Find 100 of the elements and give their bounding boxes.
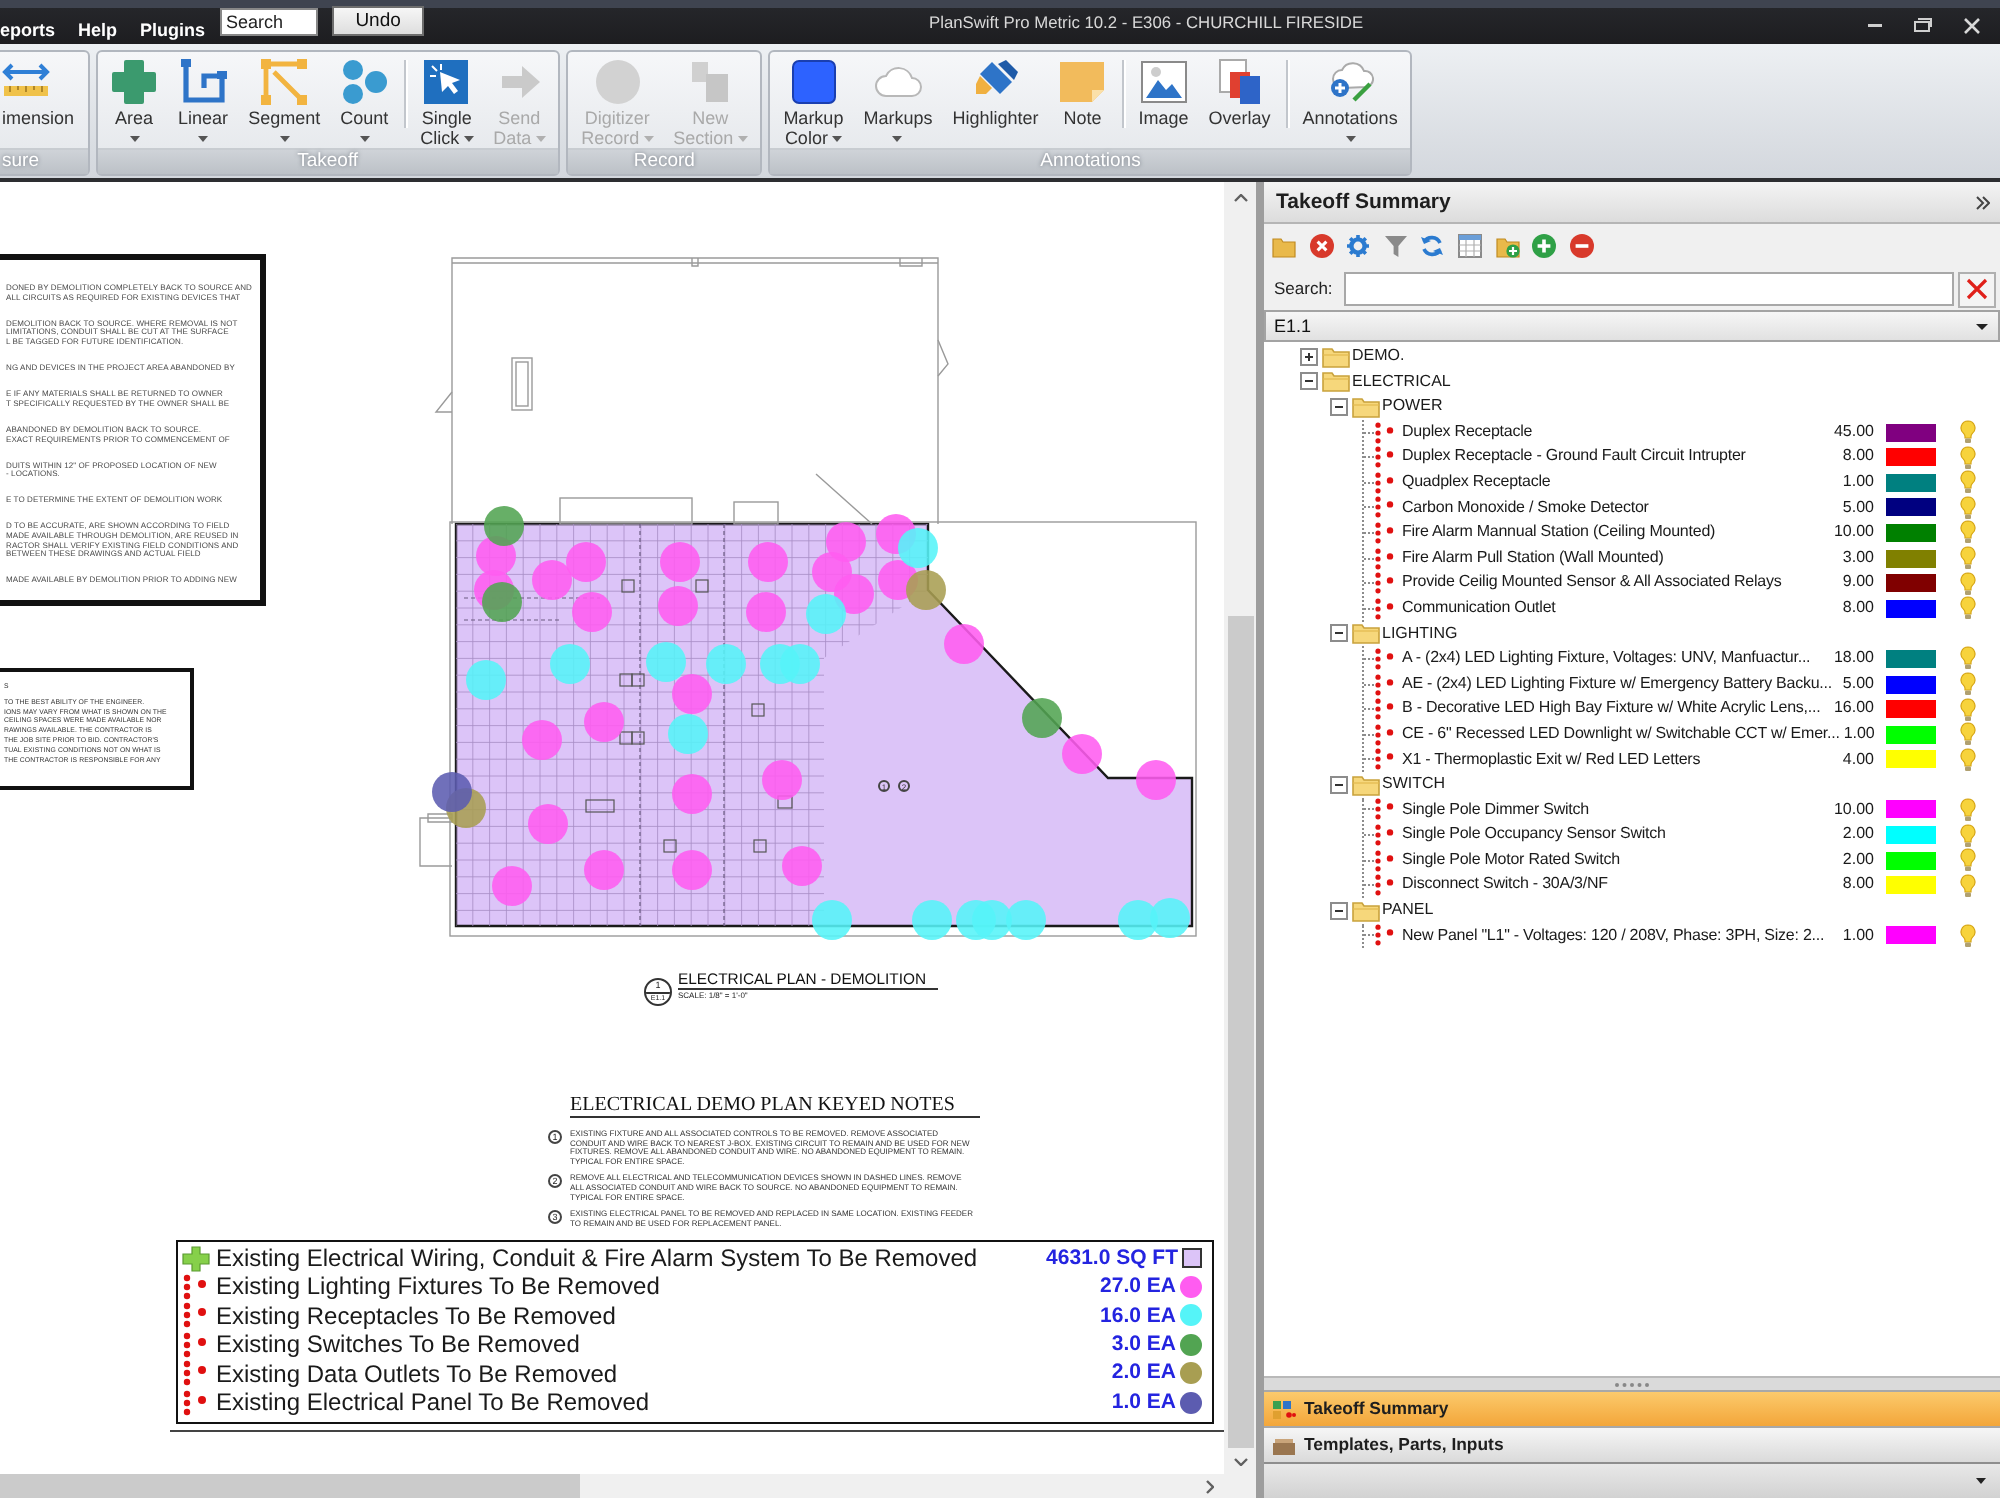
tree-item-label[interactable]: A - (2x4) LED Lighting Fixture, Voltages: UNV, Manfuactur...: [1402, 646, 1830, 672]
lightbulb-icon[interactable]: [1960, 495, 1976, 520]
tree-item-label[interactable]: Single Pole Motor Rated Switch: [1402, 847, 1839, 873]
search-field[interactable]: Search: [220, 8, 319, 36]
ribbon-button[interactable]: Note: [1049, 52, 1116, 148]
menu-item[interactable]: eports: [0, 20, 56, 42]
close-icon[interactable]: [1964, 17, 1980, 33]
double-chevron-icon[interactable]: [1976, 195, 1990, 209]
lightbulb-icon[interactable]: [1960, 470, 1976, 495]
lightbulb-icon[interactable]: [1960, 823, 1976, 848]
minus-circle-icon[interactable]: [1569, 234, 1594, 258]
lightbulb-icon[interactable]: [1960, 672, 1976, 697]
minus-box-icon[interactable]: [1330, 624, 1348, 643]
vertical-scrollbar[interactable]: [1224, 182, 1256, 1474]
tree-item-label[interactable]: Provide Ceilig Mounted Sensor & All Associated Relays: [1402, 570, 1839, 596]
ribbon-button[interactable]: Markup Color: [774, 52, 853, 148]
tree-folder-label[interactable]: POWER: [1382, 394, 1443, 420]
tree-item-label[interactable]: CE - 6" Recessed LED Downlight w/ Switchable CCT w/ Emer...: [1402, 721, 1840, 747]
search-field[interactable]: [1344, 272, 1954, 306]
filter-icon[interactable]: [1383, 234, 1408, 258]
tree-item-label[interactable]: Fire Alarm Pull Station (Wall Mounted): [1402, 545, 1839, 571]
tree-item-label[interactable]: AE - (2x4) LED Lighting Fixture w/ Emergency Battery Backu...: [1402, 671, 1839, 697]
tree-folder-label[interactable]: ELECTRICAL: [1352, 369, 1451, 395]
lightbulb-icon[interactable]: [1960, 923, 1976, 948]
lightbulb-icon[interactable]: [1960, 697, 1976, 722]
ribbon-button[interactable]: Markups: [854, 52, 942, 148]
caret-icon[interactable]: [1976, 1478, 1986, 1484]
lightbulb-icon[interactable]: [1960, 596, 1976, 621]
cross-shape-icon: [110, 58, 159, 106]
lightbulb-icon[interactable]: [1960, 546, 1976, 571]
tree-item-label[interactable]: Single Pole Occupancy Sensor Switch: [1402, 822, 1839, 848]
grip-icon[interactable]: [1614, 1381, 1650, 1387]
tree-item-label[interactable]: Single Pole Dimmer Switch: [1402, 797, 1830, 823]
minus-box-icon[interactable]: [1330, 901, 1348, 920]
tree-item-label[interactable]: B - Decorative LED High Bay Fixture w/ White Acrylic Lens,...: [1402, 696, 1830, 722]
plus-box-icon[interactable]: [1300, 347, 1318, 366]
count-marker-icon: [532, 560, 572, 600]
ribbon-button[interactable]: Segment: [239, 52, 330, 148]
undo-button[interactable]: Undo: [332, 6, 425, 36]
lightbulb-icon[interactable]: [1960, 722, 1977, 747]
folder-icon[interactable]: [1272, 234, 1296, 258]
panel-tab[interactable]: Takeoff Summary: [1264, 1390, 2000, 1426]
horizontal-scrollbar[interactable]: [0, 1474, 1256, 1498]
ribbon-button[interactable]: Linear: [169, 52, 238, 148]
count-marker-icon: [1136, 760, 1176, 800]
lightbulb-icon[interactable]: [1960, 747, 1976, 772]
chevron-right-icon[interactable]: [1206, 1479, 1214, 1493]
bracket-line-icon: [179, 58, 228, 106]
gear-icon[interactable]: [1346, 234, 1371, 258]
chevron-down-icon[interactable]: [1233, 1457, 1247, 1465]
folder-plus-icon[interactable]: [1495, 234, 1520, 258]
minimize-icon[interactable]: [1868, 23, 1882, 27]
tree-folder-label[interactable]: LIGHTING: [1382, 621, 1458, 647]
ribbon-button[interactable]: Highlighter: [943, 52, 1048, 148]
x-circle-icon[interactable]: [1309, 234, 1334, 258]
tree-item-label[interactable]: Duplex Receptacle: [1402, 419, 1830, 445]
minus-box-icon[interactable]: [1300, 372, 1318, 391]
ribbon-button[interactable]: Single Click: [411, 52, 483, 148]
tree-item-label[interactable]: Communication Outlet: [1402, 595, 1839, 622]
tree-item-label[interactable]: Quadplex Receptacle: [1402, 469, 1839, 496]
tree-folder-label[interactable]: PANEL: [1382, 898, 1434, 924]
tree-item-label[interactable]: X1 - Thermoplastic Exit w/ Red LED Letters: [1402, 747, 1839, 773]
scroll-thumb[interactable]: [0, 1474, 580, 1498]
tree-item-label[interactable]: Fire Alarm Mannual Station (Ceiling Mounted): [1402, 520, 1830, 546]
lightbulb-icon[interactable]: [1960, 520, 1976, 545]
plus-circle-icon[interactable]: [1532, 234, 1557, 258]
lightbulb-icon[interactable]: [1960, 445, 1976, 470]
sheet-dropdown[interactable]: E1.1: [1264, 310, 2000, 342]
folder-icon: [1352, 773, 1380, 796]
tree-folder-label[interactable]: DEMO.: [1352, 344, 1405, 370]
quantity-text: 2.00: [1842, 822, 1874, 847]
lightbulb-icon[interactable]: [1960, 873, 1976, 898]
lightbulb-icon[interactable]: [1960, 571, 1976, 596]
ribbon-button[interactable]: Image: [1129, 52, 1198, 148]
tree-item-label[interactable]: Carbon Monoxide / Smoke Detector: [1402, 495, 1839, 521]
tree-item-label[interactable]: Duplex Receptacle - Ground Fault Circuit Intrupter: [1402, 444, 1839, 470]
chevron-up-icon[interactable]: [1233, 194, 1247, 202]
group-label: Takeoff: [97, 148, 559, 174]
menu-item[interactable]: Plugins: [140, 20, 206, 42]
refresh-icon[interactable]: [1420, 234, 1445, 258]
minus-box-icon[interactable]: [1330, 397, 1348, 416]
menu-item[interactable]: Help: [78, 20, 118, 42]
tree-item-label[interactable]: Disconnect Switch - 30A/3/NF: [1402, 872, 1839, 899]
ribbon-button[interactable]: Overlay: [1199, 52, 1280, 148]
ribbon-button[interactable]: imension: [0, 52, 84, 148]
clear-search-button[interactable]: [1958, 271, 1996, 307]
restore-icon[interactable]: [1914, 18, 1932, 32]
lightbulb-icon[interactable]: [1960, 646, 1976, 671]
tree-folder-label[interactable]: SWITCH: [1382, 772, 1446, 798]
lightbulb-icon[interactable]: [1960, 797, 1976, 822]
table-icon[interactable]: [1457, 234, 1482, 258]
lightbulb-icon[interactable]: [1960, 848, 1976, 873]
tree-item-label[interactable]: New Panel "L1" - Voltages: 120 / 208V, Phase: 3PH, Size: 2...: [1402, 923, 1839, 949]
lightbulb-icon[interactable]: [1960, 420, 1976, 445]
ribbon-button[interactable]: Count: [331, 52, 398, 148]
panel-tab[interactable]: Templates, Parts, Inputs: [1264, 1426, 2000, 1462]
scroll-thumb[interactable]: [1227, 616, 1253, 1448]
minus-box-icon[interactable]: [1330, 775, 1348, 794]
ribbon-button[interactable]: Area: [101, 52, 168, 148]
ribbon-button[interactable]: Annotations: [1293, 52, 1407, 148]
